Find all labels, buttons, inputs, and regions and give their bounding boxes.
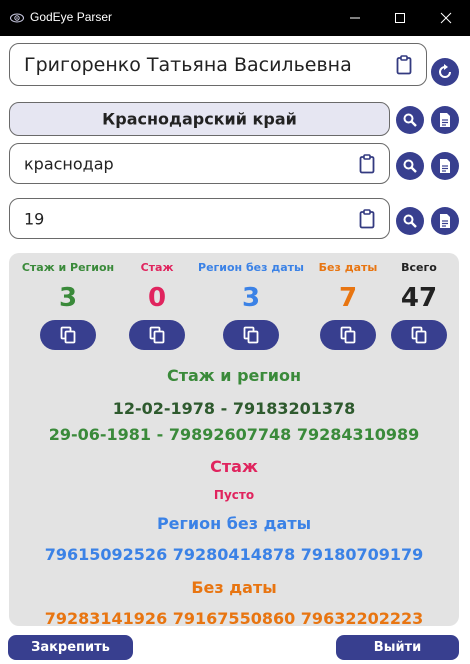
exit-button[interactable]: Выйти <box>336 635 459 660</box>
clipboard-icon[interactable] <box>396 54 412 75</box>
clipboard-icon[interactable] <box>359 153 375 174</box>
result-line: 79283141926 79167550860 79632202223 <box>44 609 424 626</box>
result-line: 79615092526 79280414878 79180709179 <box>44 545 424 564</box>
refresh-icon <box>439 64 451 78</box>
copy-icon <box>60 326 76 344</box>
copy-stazh-region-button[interactable] <box>40 320 96 350</box>
title-bar: GodEye Parser <box>0 0 470 36</box>
document-icon <box>440 214 450 228</box>
city-field[interactable]: краснодар <box>9 143 390 184</box>
search-icon <box>403 214 417 228</box>
stat-value-total: 47 <box>400 283 438 313</box>
maximize-button[interactable] <box>377 0 423 36</box>
number-document-button[interactable] <box>431 207 459 235</box>
city-value: краснодар <box>24 154 114 173</box>
copy-total-button[interactable] <box>391 320 447 350</box>
number-value: 19 <box>24 209 45 228</box>
section-title-region-no-date: Регион без даты <box>156 514 312 533</box>
region-value: Краснодарский край <box>102 109 297 129</box>
document-icon <box>440 159 450 173</box>
minimize-button[interactable] <box>332 0 378 36</box>
copy-icon <box>411 326 427 344</box>
result-line: 29-06-1981 - 79892607748 79284310989 <box>48 425 420 444</box>
stat-value-stazh-region: 3 <box>58 283 78 313</box>
stat-value-no-date: 7 <box>338 283 358 313</box>
results-panel[interactable]: Стаж и Регион 3 Стаж 0 Регион без даты 3… <box>9 253 459 626</box>
maximize-icon <box>395 13 405 23</box>
stat-value-region-no-date: 3 <box>241 283 261 313</box>
copy-icon <box>243 326 259 344</box>
app-eye-icon <box>10 13 24 23</box>
stat-value-stazh: 0 <box>147 283 167 313</box>
clipboard-icon[interactable] <box>359 208 375 229</box>
minimize-icon <box>350 17 360 19</box>
close-icon <box>440 12 452 24</box>
city-document-button[interactable] <box>431 152 459 180</box>
close-button[interactable] <box>423 0 469 36</box>
reset-button[interactable] <box>431 58 459 86</box>
stat-label-total: Всего <box>401 261 437 274</box>
copy-no-date-button[interactable] <box>320 320 376 350</box>
name-value: Григоренко Татьяна Васильевна <box>24 53 352 76</box>
window-title: GodEye Parser <box>30 10 113 24</box>
result-line: 12-02-1978 - 79183201378 <box>112 399 356 418</box>
region-document-button[interactable] <box>431 106 459 134</box>
section-title-stazh: Стаж <box>210 457 258 476</box>
city-search-button[interactable] <box>396 152 424 180</box>
pin-button[interactable]: Закрепить <box>8 635 133 660</box>
region-search-button[interactable] <box>396 106 424 134</box>
name-field[interactable]: Григоренко Татьяна Васильевна <box>9 43 427 86</box>
search-icon <box>403 113 417 127</box>
stat-label-region-no-date: Регион без даты <box>198 261 304 274</box>
copy-stazh-button[interactable] <box>129 320 185 350</box>
section-title-stazh-region: Стаж и регион <box>166 366 301 385</box>
empty-label: Пусто <box>213 488 255 502</box>
copy-icon <box>149 326 165 344</box>
document-icon <box>440 113 450 127</box>
number-field[interactable]: 19 <box>9 198 390 239</box>
number-search-button[interactable] <box>396 207 424 235</box>
copy-icon <box>340 326 356 344</box>
region-field[interactable]: Краснодарский край <box>9 102 390 136</box>
search-icon <box>403 159 417 173</box>
copy-region-no-date-button[interactable] <box>223 320 279 350</box>
section-title-no-date: Без даты <box>191 578 277 597</box>
